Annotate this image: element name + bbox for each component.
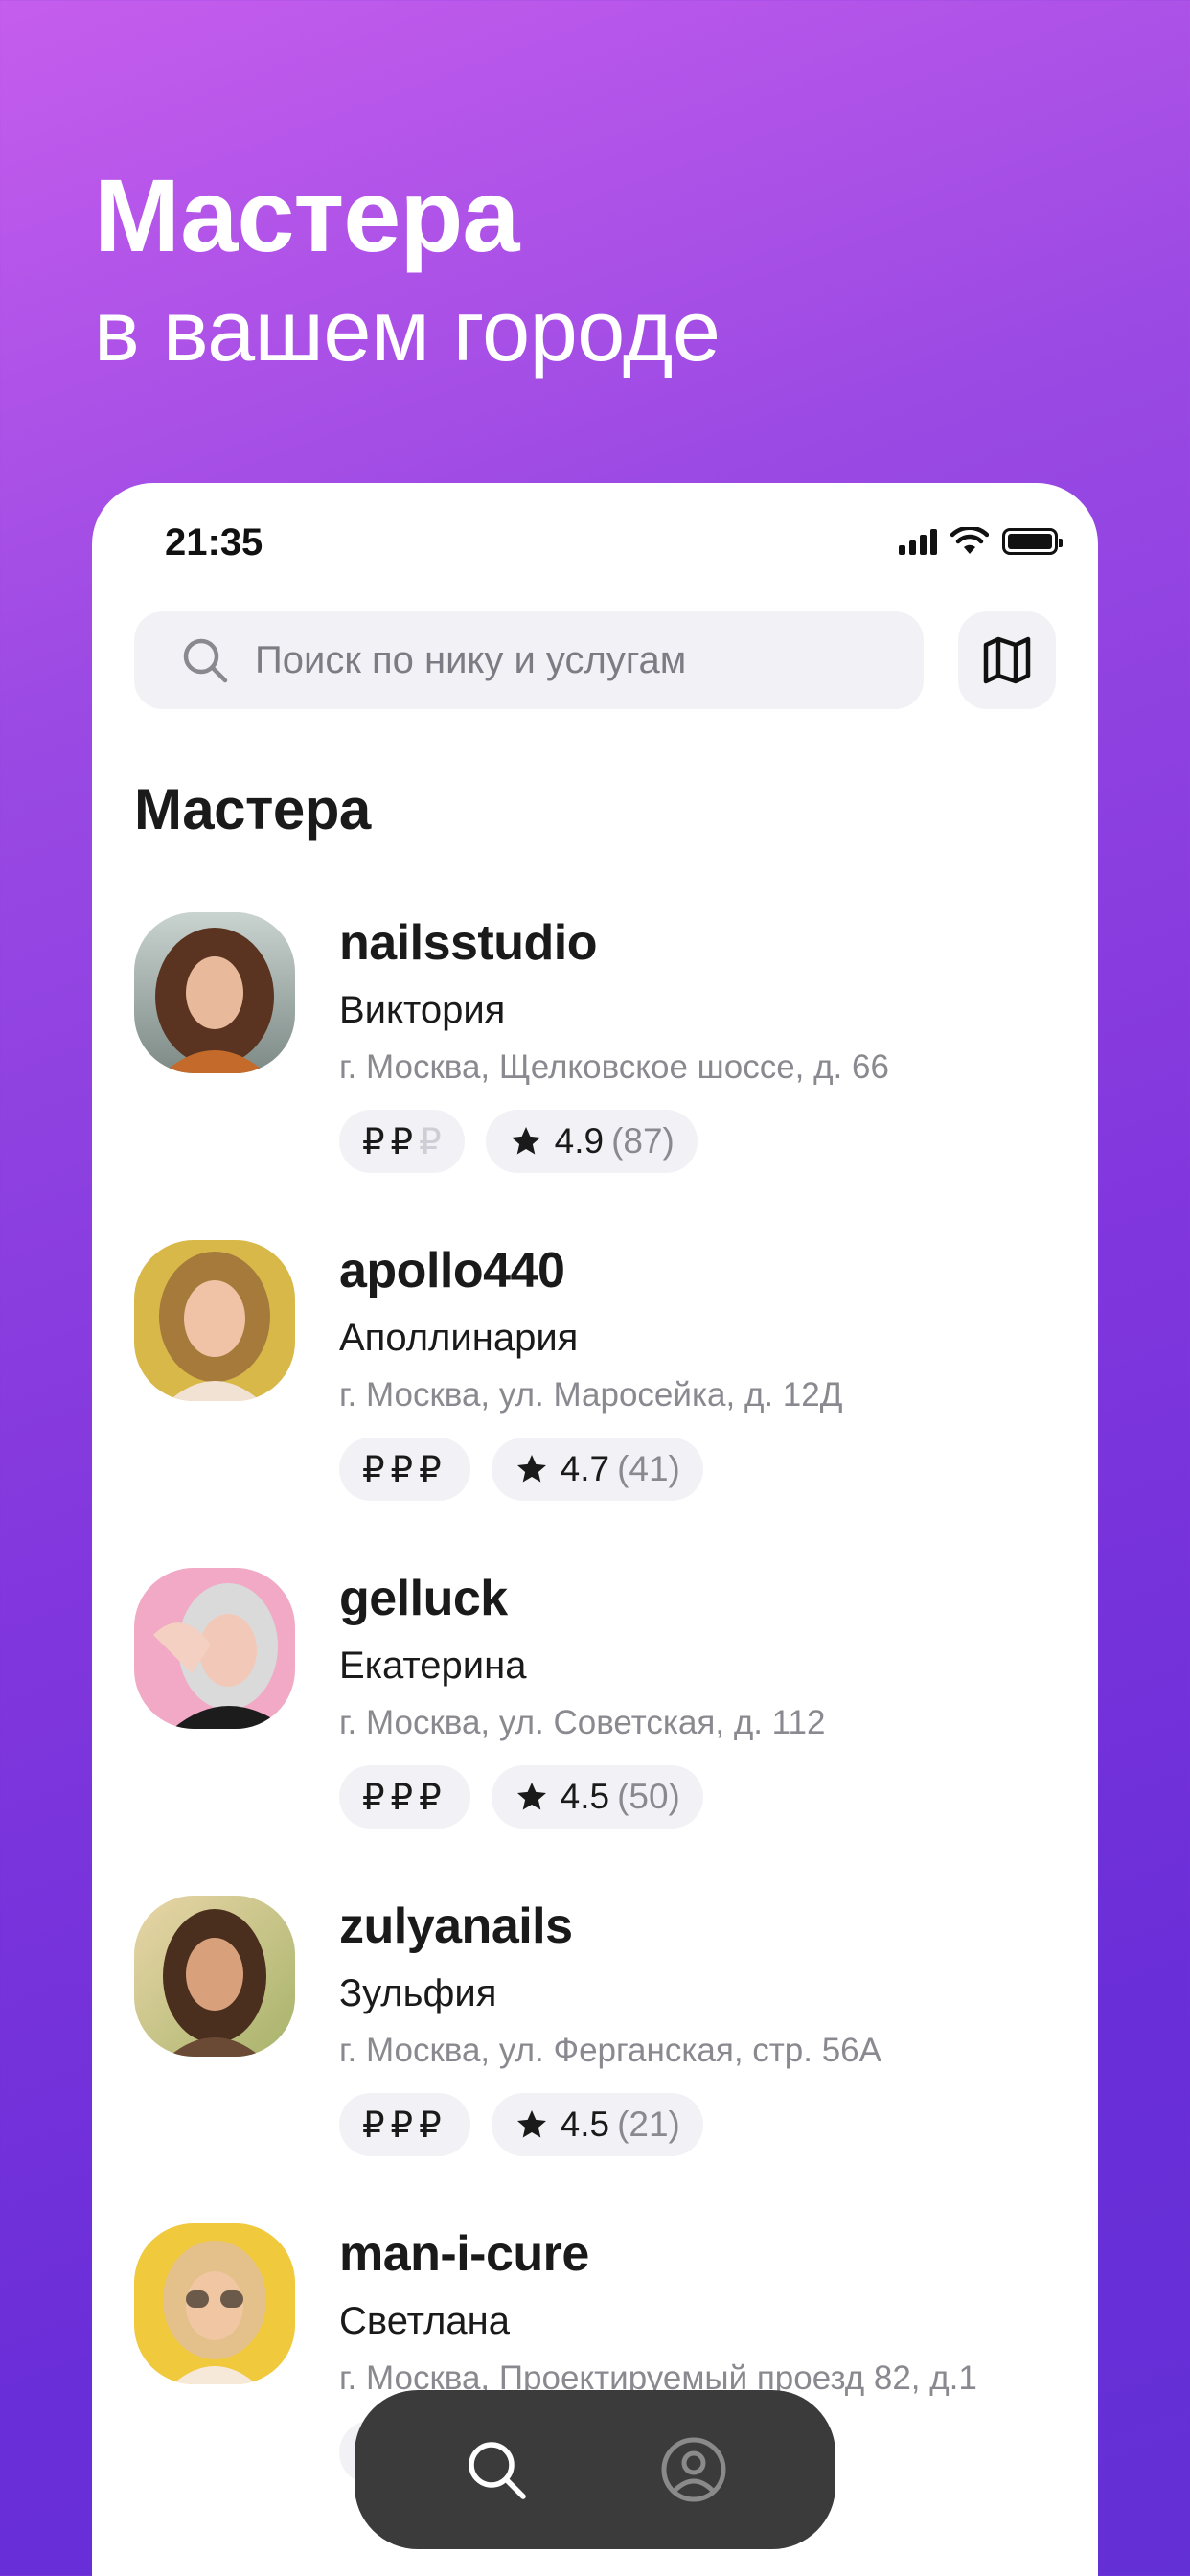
rating-badge: 4.5 (21) — [491, 2093, 703, 2156]
master-list-item[interactable]: nailsstudio Виктория г. Москва, Щелковск… — [134, 912, 1073, 1200]
search-icon — [183, 638, 228, 683]
master-avatar — [134, 1568, 295, 1729]
master-nick: zulyanails — [339, 1898, 573, 1954]
star-icon — [516, 1782, 546, 1810]
rating-badge: 4.5 (50) — [491, 1765, 703, 1828]
review-count: (87) — [611, 1121, 675, 1161]
signal-icon — [899, 528, 937, 555]
master-avatar — [134, 912, 295, 1073]
review-count: (21) — [617, 2104, 680, 2144]
map-icon — [983, 636, 1031, 684]
tab-search[interactable] — [460, 2433, 533, 2506]
master-avatar — [134, 2223, 295, 2384]
master-nick: nailsstudio — [339, 915, 597, 971]
phone-screen: 21:35 Поиск по нику и услугам Мастера na… — [92, 483, 1098, 2576]
master-address: г. Москва, ул. Ферганская, стр. 56А — [339, 2032, 881, 2069]
master-avatar — [134, 1240, 295, 1401]
rating-value: 4.5 — [560, 2104, 610, 2144]
master-address: г. Москва, ул. Маросейка, д. 12Д — [339, 1376, 843, 1414]
wifi-icon — [950, 527, 989, 554]
rating-value: 4.9 — [554, 1121, 605, 1161]
master-name: Светлана — [339, 2300, 510, 2342]
master-nick: man-i-cure — [339, 2226, 589, 2282]
status-icons — [899, 527, 1063, 556]
bottom-tab-bar — [355, 2390, 835, 2549]
promo-title: Мастера — [94, 157, 519, 273]
master-address: г. Москва, ул. Советская, д. 112 — [339, 1704, 826, 1741]
master-address: г. Москва, Щелковское шоссе, д. 66 — [339, 1048, 889, 1086]
master-nick: gelluck — [339, 1571, 508, 1626]
star-icon — [516, 2110, 546, 2138]
map-button[interactable] — [958, 611, 1056, 709]
rating-value: 4.5 — [560, 1777, 610, 1816]
rating-badge: 4.7 (41) — [491, 1438, 703, 1501]
master-name: Виктория — [339, 989, 506, 1031]
master-avatar — [134, 1896, 295, 2057]
review-count: (41) — [617, 1449, 680, 1488]
master-nick: apollo440 — [339, 1243, 565, 1299]
price-level-badge: ₽₽₽ — [339, 1765, 470, 1828]
master-list-item[interactable]: zulyanails Зульфия г. Москва, ул. Ферган… — [134, 1896, 1073, 2183]
search-icon — [469, 2442, 526, 2499]
rating-value: 4.7 — [560, 1449, 610, 1488]
status-bar: 21:35 — [92, 521, 1098, 569]
search-input[interactable]: Поиск по нику и услугам — [134, 611, 924, 709]
master-list-item[interactable]: apollo440 Аполлинария г. Москва, ул. Мар… — [134, 1240, 1073, 1528]
star-icon — [516, 1455, 546, 1483]
promo-subtitle: в вашем городе — [94, 283, 721, 380]
master-name: Екатерина — [339, 1644, 527, 1687]
rating-badge: 4.9 (87) — [485, 1110, 698, 1173]
search-placeholder: Поиск по нику и услугам — [255, 638, 687, 681]
price-level-badge: ₽₽₽ — [339, 1110, 465, 1173]
promo-headline: Мастера в вашем городе — [94, 153, 721, 385]
master-name: Зульфия — [339, 1972, 497, 2014]
master-name: Аполлинария — [339, 1317, 579, 1359]
battery-icon — [1002, 528, 1063, 555]
profile-icon — [661, 2437, 726, 2502]
tab-profile[interactable] — [657, 2433, 730, 2506]
price-level-badge: ₽₽₽ — [339, 1438, 470, 1501]
price-level-badge: ₽₽₽ — [339, 2093, 470, 2156]
review-count: (50) — [617, 1777, 680, 1816]
star-icon — [511, 1127, 540, 1155]
status-time: 21:35 — [165, 521, 263, 564]
master-list-item[interactable]: gelluck Екатерина г. Москва, ул. Советск… — [134, 1568, 1073, 1855]
section-title: Мастера — [134, 777, 371, 841]
